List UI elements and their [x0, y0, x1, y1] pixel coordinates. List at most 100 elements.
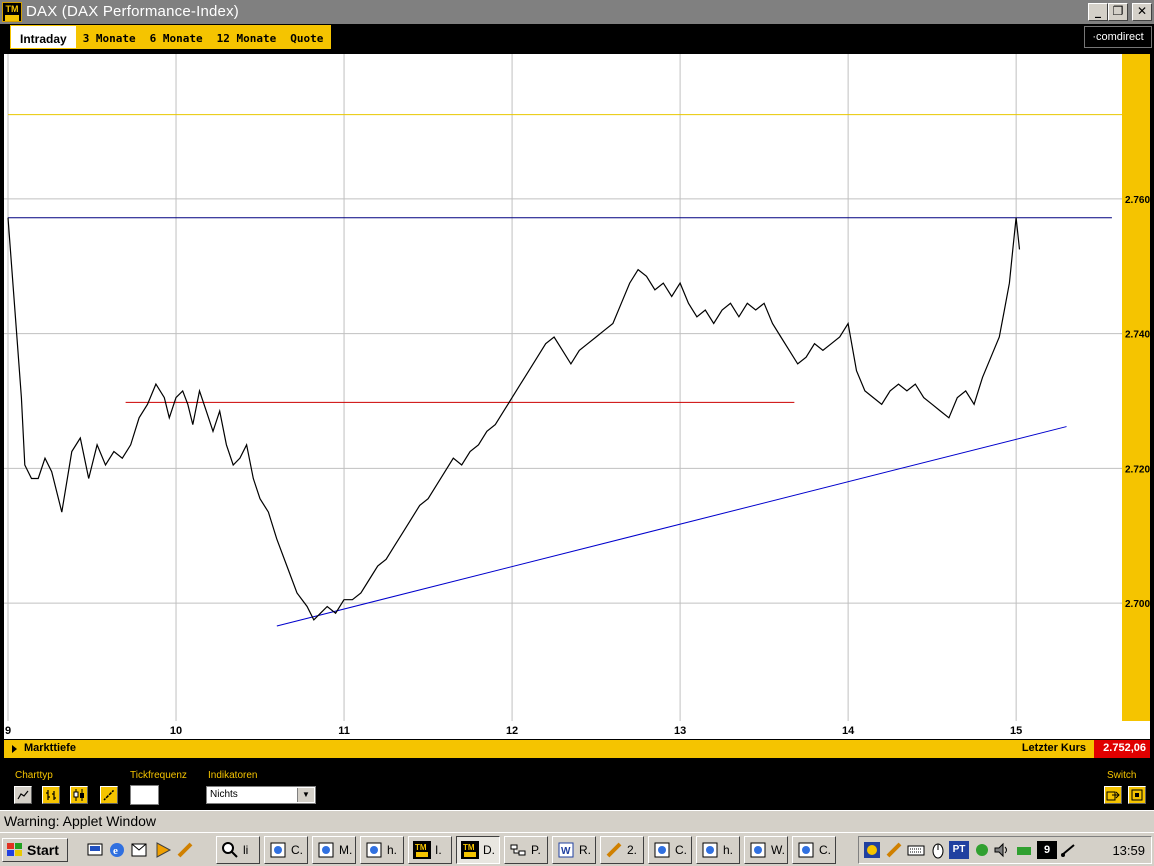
- tm-app-icon: TM: [461, 841, 479, 859]
- switch-window-icon[interactable]: [1128, 786, 1146, 804]
- tab-3-monate[interactable]: 3 Monate: [76, 26, 143, 48]
- tab-12-monate[interactable]: 12 Monate: [210, 26, 284, 48]
- tab-quote[interactable]: Quote: [283, 26, 330, 48]
- indicators-select[interactable]: Nichts ▼: [206, 786, 316, 804]
- x-tick-label: 13: [674, 725, 686, 737]
- line-chart-icon[interactable]: [14, 786, 32, 804]
- maximize-button[interactable]: ❐: [1108, 3, 1128, 21]
- last-price-value: 2.752,06: [1094, 740, 1150, 758]
- task-button-8[interactable]: W R.: [552, 836, 596, 864]
- media-player-icon[interactable]: [154, 841, 172, 859]
- price-chart[interactable]: 2.760 2.740 2.720 2.700 9 10 11 12 13 14 15: [0, 52, 1154, 739]
- y-tick-label: 2.740: [1125, 330, 1150, 341]
- mouse-icon[interactable]: [929, 841, 947, 859]
- chart-area[interactable]: 2.760 2.740 2.720 2.700 9 10 11 12 13 14 15: [0, 52, 1154, 739]
- system-tray: PT 9 13:59: [858, 836, 1152, 864]
- x-tick-label: 15: [1010, 725, 1022, 737]
- last-price-label: Letzter Kurs: [1021, 742, 1086, 754]
- task-button-4[interactable]: h.: [360, 836, 404, 864]
- task-button-1[interactable]: li: [216, 836, 260, 864]
- quicklaunch-tool-icon[interactable]: [176, 841, 194, 859]
- tick-frequency-input[interactable]: [130, 785, 159, 805]
- switch-label: Switch: [1107, 770, 1137, 781]
- task-button-6[interactable]: TM D.: [456, 836, 500, 864]
- task-button-3[interactable]: M.: [312, 836, 356, 864]
- tab-row: Intraday 3 Monate 6 Monate 12 Monate Quo…: [0, 24, 1154, 52]
- indicators-label: Indikatoren: [208, 770, 258, 781]
- timeframe-tabs: Intraday 3 Monate 6 Monate 12 Monate Quo…: [10, 25, 332, 49]
- point-chart-icon[interactable]: [100, 786, 118, 804]
- y-tick-label: 2.700: [1125, 599, 1150, 610]
- browser-icon: [798, 842, 814, 858]
- svg-text:TM: TM: [463, 843, 475, 852]
- clock[interactable]: 13:59: [1112, 843, 1145, 858]
- y-axis-band: [1122, 54, 1150, 721]
- volume-icon[interactable]: [993, 841, 1011, 859]
- internet-explorer-icon[interactable]: e: [108, 841, 126, 859]
- task-button-13[interactable]: C.: [792, 836, 836, 864]
- show-desktop-icon[interactable]: [86, 841, 104, 859]
- y-tick-label: 2.720: [1125, 464, 1150, 475]
- candlestick-chart-icon[interactable]: [70, 786, 88, 804]
- x-tick-label: 14: [842, 725, 855, 737]
- title-bar[interactable]: TM DAX (DAX Performance-Index) _ ❐ ✕: [0, 0, 1154, 24]
- market-depth-bar[interactable]: Markttiefe Letzter Kurs 2.752,06: [4, 740, 1150, 758]
- word-document-icon: W: [558, 842, 574, 858]
- task-button-2[interactable]: C.: [264, 836, 308, 864]
- language-indicator[interactable]: PT: [949, 841, 969, 859]
- x-tick-label: 12: [506, 725, 518, 737]
- y-tick-label: 2.760: [1125, 195, 1150, 206]
- tick-frequency-label: Tickfrequenz: [130, 770, 187, 781]
- x-tick-label: 10: [170, 725, 182, 737]
- x-tick-label: 11: [338, 725, 350, 737]
- comdirect-logo: ·comdirect: [1084, 26, 1152, 48]
- window-title: DAX (DAX Performance-Index): [26, 3, 239, 20]
- task-button-5[interactable]: TM I.: [408, 836, 452, 864]
- switch-export-icon[interactable]: [1104, 786, 1122, 804]
- indicators-value: Nichts: [210, 789, 238, 800]
- antivirus-icon[interactable]: [863, 841, 881, 859]
- x-tick-label: 9: [5, 725, 11, 737]
- tray-app-icon[interactable]: [1015, 841, 1033, 859]
- expand-arrow-icon[interactable]: [12, 745, 17, 753]
- taskbar: Start e li C. M. h. TM I. TM D. P. W R. …: [0, 832, 1154, 866]
- svg-text:e: e: [113, 845, 118, 857]
- keyboard-icon[interactable]: [907, 841, 925, 859]
- app-icon: TM: [2, 2, 22, 22]
- task-button-9[interactable]: 2.: [600, 836, 644, 864]
- svg-text:TM: TM: [415, 843, 427, 852]
- tool-icon: [606, 842, 622, 858]
- browser-icon: [702, 842, 718, 858]
- minimize-button[interactable]: _: [1088, 3, 1108, 21]
- windows-logo-icon: [7, 843, 22, 856]
- svg-text:W: W: [561, 846, 571, 857]
- start-button[interactable]: Start: [2, 838, 68, 862]
- browser-icon: [654, 842, 670, 858]
- tab-6-monate[interactable]: 6 Monate: [143, 26, 210, 48]
- browser-icon: [270, 842, 286, 858]
- chart-type-label: Charttyp: [15, 770, 53, 781]
- start-label: Start: [27, 842, 59, 858]
- ohlc-chart-icon[interactable]: [42, 786, 60, 804]
- task-button-12[interactable]: W.: [744, 836, 788, 864]
- tray-tool-icon[interactable]: [885, 841, 903, 859]
- outlook-icon[interactable]: [130, 841, 148, 859]
- network-icon: [510, 844, 526, 856]
- chart-controls: Charttyp Tickfrequenz Indikatoren Nichts…: [0, 760, 1154, 810]
- market-depth-label[interactable]: Markttiefe: [24, 742, 76, 754]
- browser-icon: [366, 842, 382, 858]
- task-button-11[interactable]: h.: [696, 836, 740, 864]
- tab-intraday[interactable]: Intraday: [11, 26, 76, 48]
- close-button[interactable]: ✕: [1132, 3, 1152, 21]
- calendar-icon[interactable]: 9: [1037, 841, 1057, 859]
- search-icon: [222, 842, 238, 858]
- chevron-down-icon[interactable]: ▼: [297, 788, 314, 802]
- tm-app-icon: TM: [413, 841, 431, 859]
- task-button-10[interactable]: C.: [648, 836, 692, 864]
- connection-icon[interactable]: [1059, 841, 1077, 859]
- network-status-icon[interactable]: [973, 841, 991, 859]
- task-button-7[interactable]: P.: [504, 836, 548, 864]
- browser-icon: [750, 842, 766, 858]
- plot-background: [4, 54, 1122, 721]
- applet-warning: Warning: Applet Window: [0, 810, 1154, 832]
